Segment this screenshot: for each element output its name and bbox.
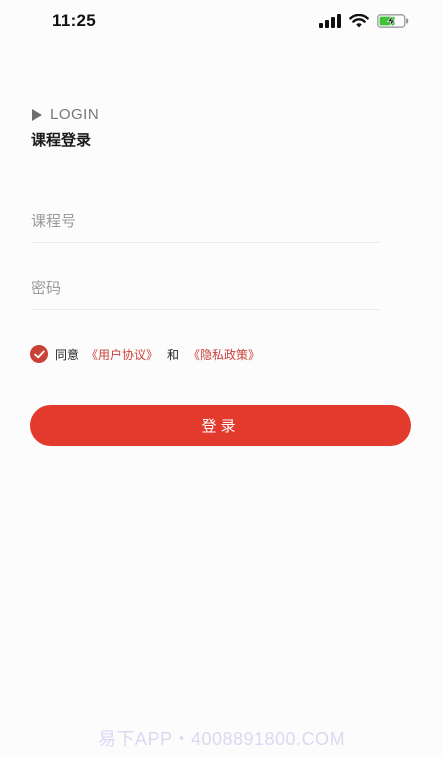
signal-icon (319, 14, 341, 28)
status-icons (319, 14, 409, 28)
battery-charging-icon (377, 14, 409, 28)
status-bar: 11:25 (0, 0, 443, 46)
agreement-checkbox[interactable] (30, 345, 48, 363)
agreement-prefix: 同意 (55, 347, 80, 362)
login-tag: LOGIN (32, 106, 99, 123)
status-time: 11:25 (52, 11, 97, 30)
course-number-input[interactable] (31, 199, 381, 242)
agreement-and: 和 (167, 347, 180, 362)
user-agreement-link[interactable]: 《用户协议》 (86, 346, 158, 363)
check-icon (33, 350, 45, 358)
login-tag-label: LOGIN (50, 106, 100, 123)
login-button[interactable]: 登录 (30, 405, 411, 446)
play-icon (32, 108, 42, 121)
password-input[interactable] (31, 266, 381, 309)
course-number-field-wrapper (31, 199, 381, 243)
agreement-row: 同意 《用户协议》 和 《隐私政策》 (30, 345, 260, 363)
watermark: 易下APP・4008891800.COM (97, 729, 346, 749)
password-field-wrapper (31, 266, 381, 310)
wifi-icon (349, 14, 369, 28)
privacy-policy-link[interactable]: 《隐私政策》 (188, 346, 260, 363)
page-title: 课程登录 (31, 131, 92, 149)
